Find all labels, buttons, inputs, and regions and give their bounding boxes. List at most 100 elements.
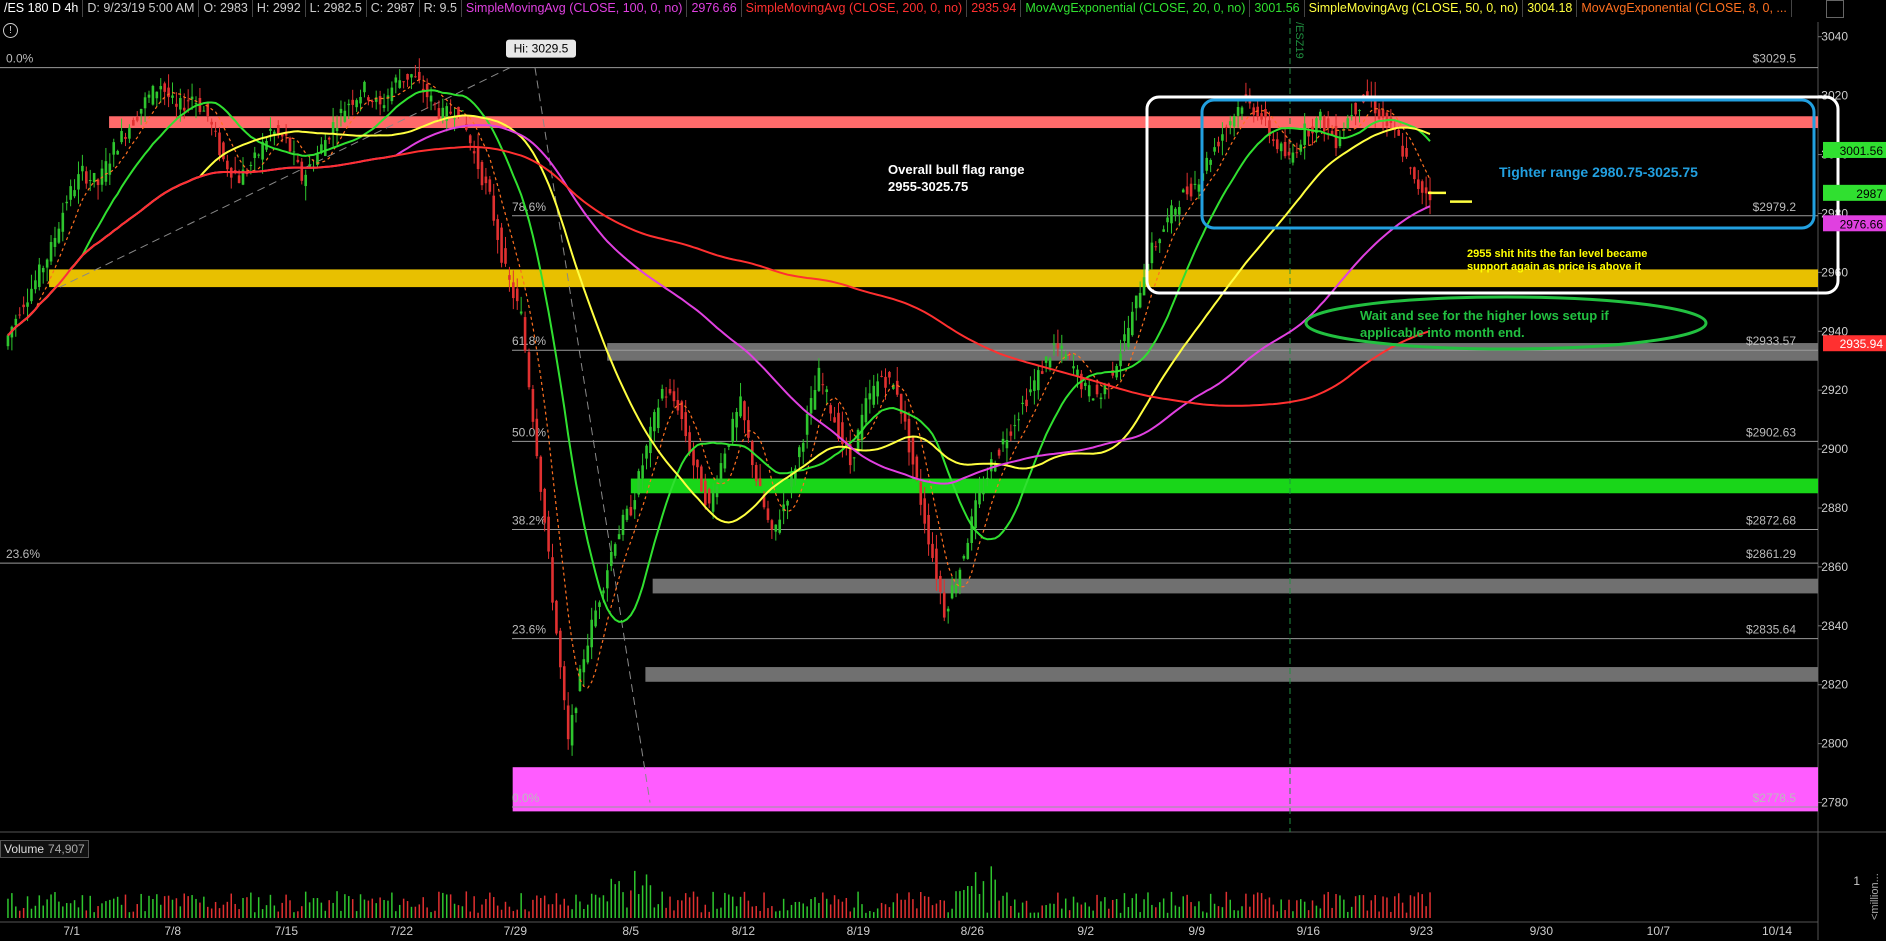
candle-body — [1048, 358, 1052, 368]
x-tick-label: 10/14 — [1762, 924, 1792, 938]
candle-body — [1354, 102, 1357, 115]
candle-body — [1158, 239, 1162, 244]
candle-body — [743, 401, 746, 421]
candle-body — [931, 543, 934, 558]
candle-body — [919, 482, 923, 505]
volume-label: Volume 74,907 — [0, 840, 89, 858]
candle-body — [45, 259, 49, 268]
candle-body — [645, 445, 648, 459]
bull-flag-line2: 2955-3025.75 — [888, 179, 969, 194]
candle-body — [492, 195, 496, 221]
candle-body — [1424, 187, 1428, 194]
candle-body — [128, 127, 131, 139]
candle-body — [1083, 382, 1087, 387]
candle-body — [539, 456, 543, 492]
candle-body — [139, 108, 143, 114]
candle-body — [500, 227, 503, 263]
candle-body — [1225, 127, 1228, 129]
candle-body — [774, 524, 778, 532]
x-tick-label: 10/7 — [1647, 924, 1671, 938]
candle-body — [257, 154, 260, 156]
x-tick-label: 9/23 — [1410, 924, 1434, 938]
candle-body — [179, 98, 182, 110]
fan-line1: 2955 shit hits the fan level became — [1467, 248, 1648, 260]
candle-body — [331, 122, 335, 134]
fib-label: 23.6% — [512, 623, 546, 637]
candle-body — [1056, 343, 1060, 349]
candle-body — [406, 73, 409, 80]
candle-body — [833, 417, 836, 423]
candle-body — [547, 516, 550, 552]
candle-body — [1017, 419, 1020, 421]
candle-body — [6, 335, 10, 347]
candle-body — [590, 619, 593, 648]
candle-body — [1260, 113, 1263, 120]
candle-body — [692, 449, 695, 466]
fib-value: $2872.68 — [1746, 514, 1796, 528]
candle-body — [34, 280, 37, 290]
fan-level-annotation: 2955 shit hits the fan level became supp… — [1467, 248, 1647, 274]
candle-body — [77, 174, 80, 190]
volume-unit: <million... — [1869, 873, 1881, 920]
candle-body — [566, 705, 570, 740]
candle-body — [304, 174, 307, 187]
candle-body — [1178, 207, 1181, 215]
y-tick-label: 3040 — [1821, 30, 1848, 44]
candle-body — [1185, 186, 1189, 195]
fan-line-right — [534, 67, 651, 803]
candle-body — [488, 179, 492, 192]
fib-label: 0.0% — [6, 52, 34, 66]
candle-body — [88, 179, 92, 181]
candle-body — [1166, 217, 1169, 223]
candle-body — [829, 405, 832, 414]
candle-body — [276, 125, 280, 134]
candle-body — [175, 103, 178, 107]
candle-body — [723, 453, 727, 469]
candle-body — [1291, 152, 1295, 163]
price-tag: 2987 — [1856, 187, 1883, 201]
candle-body — [625, 508, 629, 520]
hi-label: Hi: 3029.5 — [514, 42, 569, 56]
fib-value: $2778.5 — [1753, 791, 1797, 805]
price-chart[interactable]: 0.0% $3029.5 78.6% $2979.2 61.8% $2933.57 50.0… — [0, 0, 1886, 941]
candle-body — [986, 477, 989, 479]
candle-body — [1005, 440, 1009, 449]
candle-body — [480, 161, 484, 186]
candle-body — [292, 151, 296, 153]
candle-body — [237, 175, 241, 184]
candle-body — [355, 100, 358, 108]
candle-body — [249, 164, 253, 166]
candle-body — [602, 590, 605, 594]
candle-body — [884, 376, 887, 388]
candle-body — [476, 146, 480, 170]
candle-body — [1381, 109, 1385, 118]
candle-body — [1033, 380, 1036, 391]
candle-body — [876, 381, 879, 397]
candle-body — [903, 412, 907, 422]
x-tick-label: 9/16 — [1297, 924, 1321, 938]
candle-body — [700, 466, 703, 492]
candle-body — [437, 108, 441, 119]
candle-body — [633, 500, 637, 510]
candle-body — [621, 514, 625, 535]
candle-body — [672, 391, 676, 402]
sma100-line — [7, 124, 1431, 485]
candle-body — [754, 465, 758, 482]
candle-body — [786, 500, 789, 506]
candle-body — [163, 83, 166, 92]
candle-body — [555, 600, 558, 634]
candle-body — [586, 645, 590, 663]
candle-body — [711, 491, 715, 512]
x-tick-label: 8/26 — [961, 924, 985, 938]
candle-body — [147, 94, 151, 98]
candle-body — [1040, 371, 1044, 374]
candle-body — [347, 103, 351, 106]
candle-body — [1232, 116, 1236, 127]
candle-body — [367, 97, 370, 101]
candle-body — [1240, 107, 1244, 114]
candle-body — [1091, 398, 1095, 401]
candle-body — [1154, 246, 1158, 248]
candle-body — [159, 86, 163, 90]
candle-body — [852, 457, 856, 459]
tighter-range-annotation: Tighter range 2980.75-3025.75 — [1499, 164, 1698, 180]
